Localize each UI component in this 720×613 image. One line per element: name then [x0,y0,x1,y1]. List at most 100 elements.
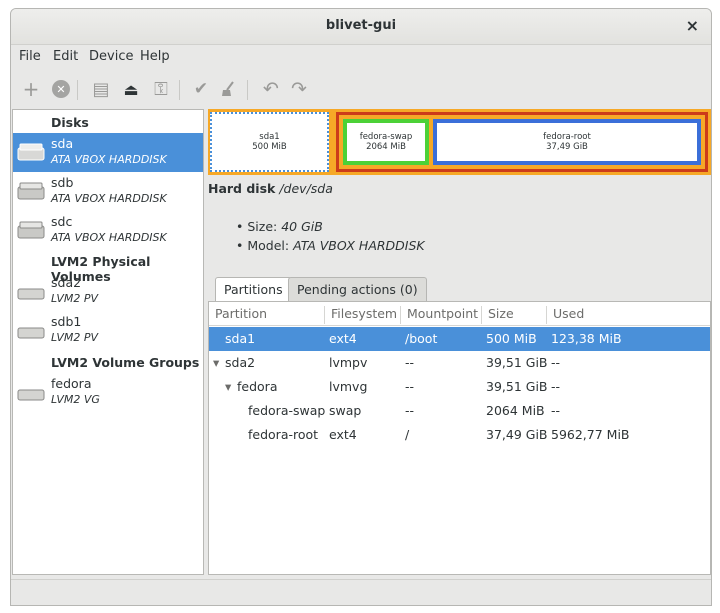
sidebar-item-desc: ATA VBOX HARDDISK [51,153,167,166]
cell-filesystem: swap [329,403,362,418]
cell-filesystem: ext4 [329,331,357,346]
add-icon: + [22,77,40,101]
disk-layout-bar: sda1 500 MiB fedora-swap 2064 MiB fedora… [208,109,711,175]
sidebar-item-name: sdc [51,214,73,229]
size-label: Size: [247,219,278,234]
segment-size: 37,49 GiB [546,142,588,152]
decrypt-button[interactable]: ⚿ [149,77,173,101]
cell-mountpoint: /boot [405,331,438,346]
harddisk-icon [17,182,45,200]
column-filesystem[interactable]: Filesystem [324,306,397,324]
table-row[interactable]: ▾ fedora lvmvg -- 39,51 GiB -- [209,375,710,399]
table-row[interactable]: sda1 ext4 /boot 500 MiB 123,38 MiB [209,327,710,351]
disk-title: Hard disk /dev/sda [208,181,333,196]
sidebar-item-sdb1[interactable]: sdb1 LVM2 PV [13,311,203,350]
sidebar-item-name: sdb1 [51,314,82,329]
column-partition[interactable]: Partition [209,306,267,324]
delete-button[interactable]: ✕ [49,77,73,101]
cell-used: -- [551,379,561,394]
segment-name: sda1 [259,132,280,142]
column-mountpoint[interactable]: Mountpoint [400,306,478,324]
sidebar-item-sdc[interactable]: sdc ATA VBOX HARDDISK [13,211,203,250]
sidebar-item-name: fedora [51,376,92,391]
menu-help[interactable]: Help [140,49,170,64]
menu-file[interactable]: File [19,49,41,64]
cell-size: 37,49 GiB [486,427,548,442]
disks-header: Disks [51,115,89,130]
sidebar-item-sda[interactable]: sda ATA VBOX HARDDISK [13,133,203,172]
cell-mountpoint: -- [405,379,415,394]
toolbar-separator [179,80,180,100]
table-row[interactable]: fedora-swap swap -- 2064 MiB -- [209,399,710,423]
table-row[interactable]: ▾ sda2 lvmpv -- 39,51 GiB -- [209,351,710,375]
segment-sda1[interactable]: sda1 500 MiB [210,112,329,172]
details-button[interactable]: ▤ [89,77,113,101]
expander-icon[interactable]: ▾ [213,355,219,370]
segment-fedora-root[interactable]: fedora-root 37,49 GiB [433,119,701,165]
cell-partition: sda2 [225,355,256,370]
cell-size: 2064 MiB [486,403,545,418]
size-property: • Size: 40 GiB [236,217,425,236]
close-button[interactable]: × [686,16,699,35]
toolbar-separator [77,80,78,100]
cell-size: 39,51 GiB [486,379,548,394]
menu-edit[interactable]: Edit [53,49,78,64]
segment-size: 2064 MiB [366,142,406,152]
undo-icon: ↶ [263,78,279,100]
table-row[interactable]: fedora-root ext4 / 37,49 GiB 5962,77 MiB [209,423,710,447]
expander-icon[interactable]: ▾ [225,379,231,394]
tab-partitions[interactable]: Partitions [215,277,292,302]
sidebar-item-desc: ATA VBOX HARDDISK [51,231,167,244]
column-used[interactable]: Used [546,306,584,324]
cell-size: 39,51 GiB [486,355,548,370]
sidebar-item-desc: LVM2 PV [51,292,98,305]
menu-device[interactable]: Device [89,49,133,64]
size-value: 40 GiB [281,219,323,234]
sidebar-item-fedora[interactable]: fedora LVM2 VG [13,373,203,412]
cell-filesystem: lvmvg [329,379,368,394]
bullet-icon: • [236,219,244,234]
apply-icon: ✔ [193,79,209,99]
key-icon: ⚿ [154,78,168,100]
sidebar-item-name: sdb [51,175,74,190]
toolbar: + ✕ ▤ ⏏ ⚿ ✔ ↶ ↷ [11,73,711,105]
clear-icon [222,81,234,96]
cell-partition: fedora [237,379,278,394]
cell-used: -- [551,355,561,370]
status-bar [11,579,711,605]
redo-button[interactable]: ↷ [287,77,311,101]
sidebar-item-desc: ATA VBOX HARDDISK [51,192,167,205]
physical-volume-icon [17,288,45,300]
partitions-table: Partition Filesystem Mountpoint Size Use… [208,301,711,575]
pv-header: LVM2 Physical Volumes [51,254,151,284]
redo-icon: ↷ [291,78,307,100]
sidebar-item-desc: LVM2 VG [51,393,100,406]
segment-fedora-swap[interactable]: fedora-swap 2064 MiB [343,119,429,165]
cell-used: -- [551,403,561,418]
delete-icon: ✕ [52,80,70,98]
cell-filesystem: ext4 [329,427,357,442]
vg-header: LVM2 Volume Groups [51,355,200,370]
unmount-button[interactable]: ⏏ [119,77,143,101]
cell-partition: fedora-root [248,427,319,442]
undo-button[interactable]: ↶ [259,77,283,101]
toolbar-separator [247,80,248,100]
add-button[interactable]: + [19,77,43,101]
title-bar: blivet-gui × [11,9,711,45]
column-size[interactable]: Size [481,306,514,324]
clear-button[interactable] [217,77,241,101]
table-header: Partition Filesystem Mountpoint Size Use… [209,302,710,326]
cell-size: 500 MiB [486,331,537,346]
tab-pending-actions[interactable]: Pending actions (0) [288,277,427,301]
cell-mountpoint: -- [405,355,415,370]
sidebar-item-name: sda [51,136,74,151]
cell-partition: fedora-swap [248,403,326,418]
model-property: • Model: ATA VBOX HARDDISK [236,236,425,255]
sidebar-item-sdb[interactable]: sdb ATA VBOX HARDDISK [13,172,203,211]
apply-button[interactable]: ✔ [189,77,213,101]
sidebar-item-sda2[interactable]: sda2 LVM2 PV [13,272,203,311]
model-value: ATA VBOX HARDDISK [293,238,425,253]
cell-mountpoint: -- [405,403,415,418]
app-window: blivet-gui × File Edit Device Help + ✕ ▤… [10,8,712,606]
disk-properties: • Size: 40 GiB • Model: ATA VBOX HARDDIS… [236,217,425,255]
